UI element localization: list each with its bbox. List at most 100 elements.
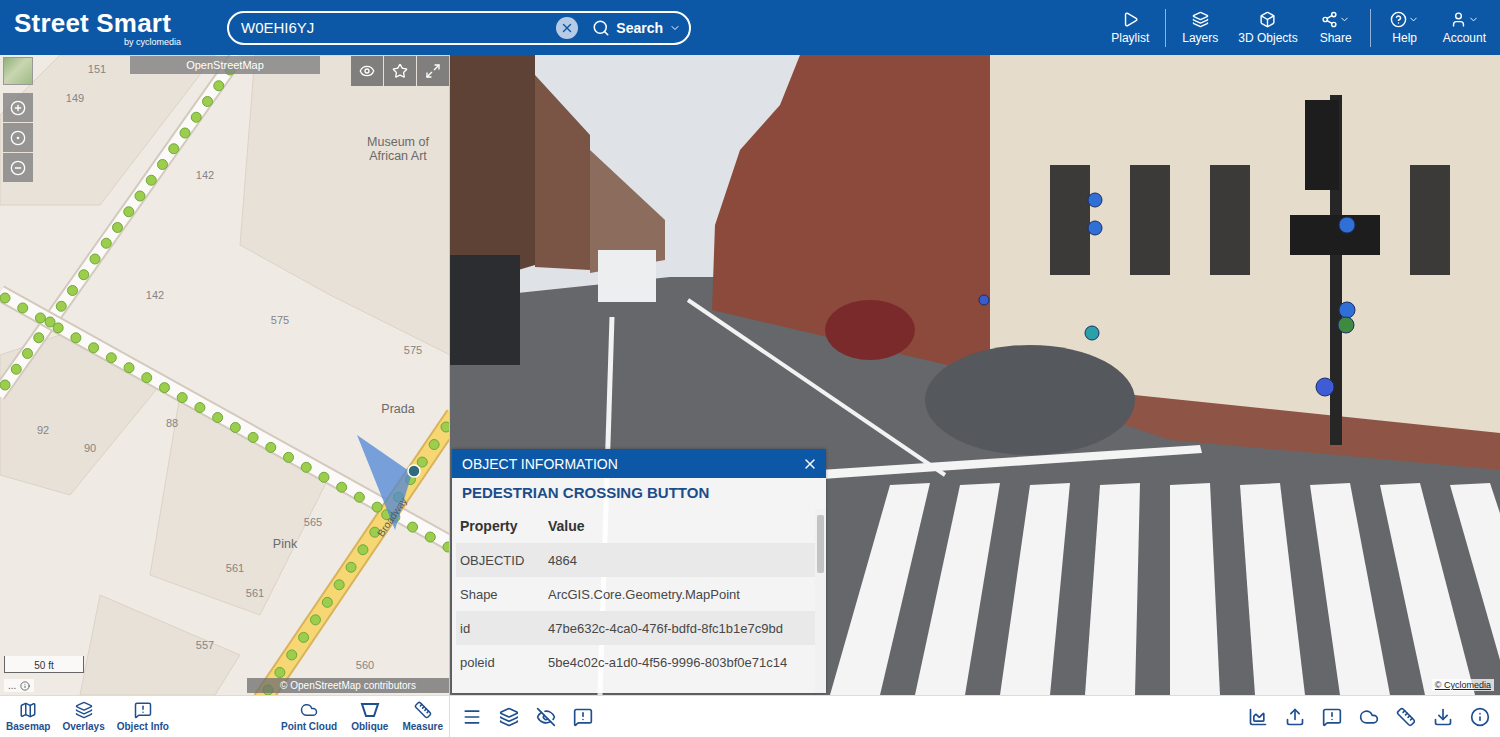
point-cloud-icon[interactable] — [1359, 707, 1379, 727]
download-icon[interactable] — [1433, 707, 1453, 727]
nav-item[interactable]: 3D Objects — [1228, 10, 1307, 45]
map-source: OpenStreetMap — [130, 56, 320, 74]
nav-item[interactable]: Playlist — [1101, 10, 1159, 45]
object-info-icon[interactable] — [573, 707, 593, 727]
map-panel: 151149Museum of African Art142142575575P… — [0, 55, 450, 695]
top-bar: Street Smartby cyclomedia W0EHI6YJ Search P… — [0, 0, 1500, 55]
map-label: Museum of African Art — [353, 136, 443, 164]
object-marker[interactable] — [1085, 326, 1099, 340]
nav-divider — [1165, 9, 1166, 47]
close-icon[interactable] — [802, 456, 818, 472]
nav-item[interactable]: Account — [1433, 10, 1496, 45]
search-icon — [592, 19, 610, 37]
object-marker[interactable] — [1088, 193, 1102, 207]
map-label: Prada — [381, 403, 414, 417]
map-label: Pink — [273, 538, 297, 552]
clear-icon — [560, 21, 574, 35]
logo-title: Street Smart — [14, 9, 171, 37]
viewer-copyright[interactable]: © Cyclomedia — [1432, 679, 1494, 691]
scale-bar: 50 ft — [4, 656, 84, 673]
map-label: 561 — [226, 562, 244, 574]
map-label: 92 — [37, 424, 49, 436]
map-label: 151 — [88, 63, 106, 75]
caret-icon — [1468, 14, 1479, 25]
map-tool-button[interactable]: Point Cloud — [279, 701, 339, 732]
ruler-icon — [414, 701, 432, 719]
table-row: OBJECTID4864 — [456, 543, 815, 577]
panel-body: PropertyValueOBJECTID4864ShapeArcGIS.Cor… — [452, 509, 826, 693]
map-toolbar: Basemap Overlays Object Info Point Cloud Obl… — [0, 696, 450, 737]
basemap-thumbnail[interactable] — [3, 57, 33, 85]
caret-icon — [1408, 14, 1419, 25]
help-icon — [1390, 11, 1407, 28]
caret-icon — [1339, 14, 1350, 25]
nav-item[interactable]: Layers — [1172, 10, 1228, 45]
map-label: 142 — [146, 289, 164, 301]
zoom-out-icon — [10, 160, 26, 176]
table-row: id47be632c-4ca0-476f-bdfd-8fc1b1e7c9bd — [456, 611, 815, 645]
locate-button[interactable] — [3, 123, 33, 152]
nav-item[interactable]: Help — [1377, 10, 1433, 45]
expand-button[interactable] — [417, 56, 449, 86]
logo[interactable]: Street Smartby cyclomedia — [14, 9, 199, 47]
overlays-button[interactable]: Overlays — [60, 701, 106, 732]
map-label: 560 — [356, 659, 374, 671]
property-table: PropertyValueOBJECTID4864ShapeArcGIS.Cor… — [452, 509, 815, 693]
map-label: 88 — [166, 417, 178, 429]
elevation-chart-icon[interactable] — [1248, 707, 1268, 727]
map-label: 142 — [196, 169, 214, 181]
ruler-icon[interactable] — [1396, 707, 1416, 727]
map-tool-button[interactable]: Oblique — [349, 701, 390, 732]
map-label: 575 — [271, 314, 289, 326]
star-icon — [392, 63, 408, 79]
logo-subtitle: by cyclomedia — [124, 37, 181, 47]
info-icon — [20, 681, 30, 691]
map-tool-button[interactable]: Measure — [400, 701, 445, 732]
object-marker[interactable] — [1088, 221, 1102, 235]
info-icon[interactable] — [1470, 707, 1490, 727]
viewer-toolbar — [450, 696, 1500, 737]
object-marker[interactable] — [1339, 302, 1355, 318]
zoom-in-icon — [10, 100, 26, 116]
scrollbar[interactable] — [815, 509, 826, 693]
app: Street Smartby cyclomedia W0EHI6YJ Search P… — [0, 0, 1500, 737]
map-more[interactable]: ... — [4, 679, 34, 692]
favorite-button[interactable] — [384, 56, 416, 86]
scrollbar-thumb[interactable] — [817, 515, 824, 573]
search-field[interactable]: W0EHI6YJ Search — [227, 11, 691, 45]
visibility-button[interactable] — [351, 56, 383, 86]
search-value[interactable]: W0EHI6YJ — [241, 19, 548, 36]
object-title: PEDESTRIAN CROSSING BUTTON — [452, 478, 826, 509]
map-buttons — [351, 56, 449, 86]
zoom-in-button[interactable] — [3, 93, 33, 122]
object-marker[interactable] — [1339, 217, 1355, 233]
object-marker[interactable] — [1338, 317, 1354, 333]
basemap-button[interactable]: Basemap — [4, 701, 52, 732]
table-header: PropertyValue — [456, 509, 815, 543]
zoom-out-button[interactable] — [3, 153, 33, 182]
object-info-button[interactable]: Object Info — [115, 701, 171, 732]
position-marker[interactable] — [408, 465, 420, 477]
point-cloud-icon — [300, 701, 318, 719]
clear-button[interactable] — [556, 17, 578, 39]
expand-icon — [425, 63, 441, 79]
share-icon — [1321, 11, 1338, 28]
menu-icon[interactable] — [462, 707, 482, 727]
view-cone — [357, 435, 412, 530]
upload-icon[interactable] — [1285, 707, 1305, 727]
caret-icon — [669, 22, 681, 34]
search-button[interactable]: Search — [586, 19, 681, 37]
object-marker[interactable] — [979, 295, 989, 305]
workspace: 151149Museum of African Art142142575575P… — [0, 55, 1500, 695]
object-info-icon — [134, 701, 152, 719]
object-marker[interactable] — [1316, 378, 1334, 396]
map-label: 561 — [246, 587, 264, 599]
object-info-panel: OBJECT INFORMATIONPEDESTRIAN CROSSING BU… — [452, 449, 826, 693]
nav-divider — [1370, 9, 1371, 47]
zoom-controls — [3, 93, 33, 182]
layers-icon[interactable] — [499, 707, 519, 727]
panel-header: OBJECT INFORMATION — [452, 449, 826, 478]
nav-item[interactable]: Share — [1308, 10, 1364, 45]
eye-off-icon[interactable] — [536, 707, 556, 727]
report-icon[interactable] — [1322, 707, 1342, 727]
